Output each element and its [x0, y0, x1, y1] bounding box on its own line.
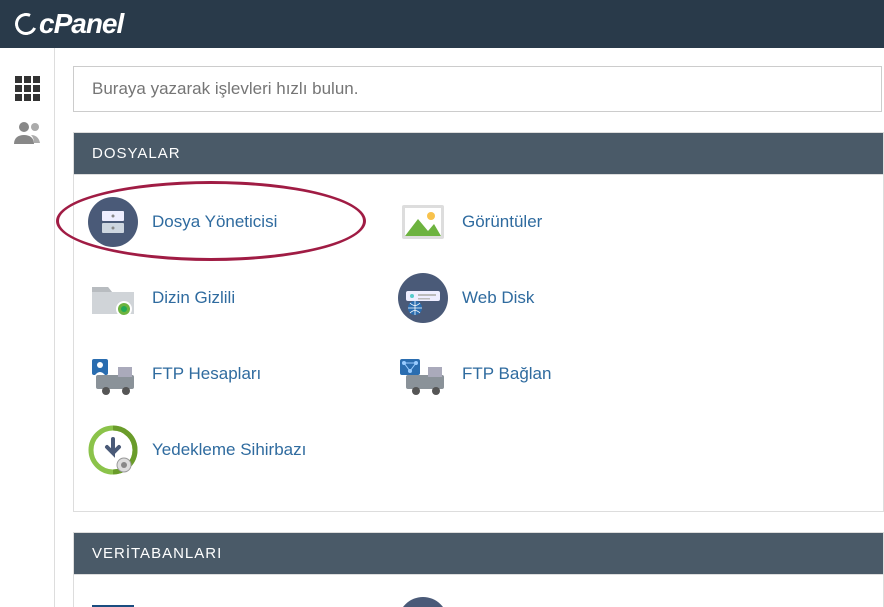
databases-panel: VERİTABANLARI phpMyAdmin MySQL® Veritaba… [73, 532, 884, 607]
grid-icon [15, 76, 40, 101]
phpmyadmin-item[interactable]: phpMyAdmin [88, 597, 398, 607]
sidebar [0, 48, 55, 607]
file-manager-item[interactable]: Dosya Yöneticisi [88, 197, 398, 247]
images-label: Görüntüler [462, 212, 542, 232]
files-panel-title: DOSYALAR [74, 133, 883, 175]
ftp-accounts-icon [88, 349, 138, 399]
cpanel-logo: cPanel [15, 8, 123, 40]
mysql-databases-item[interactable]: MySQL® Veritabanları [398, 597, 708, 607]
search-input[interactable] [73, 66, 882, 112]
mysql-databases-icon [398, 597, 448, 607]
web-disk-item[interactable]: Web Disk [398, 273, 708, 323]
web-disk-icon [398, 273, 448, 323]
images-item[interactable]: Görüntüler [398, 197, 708, 247]
directory-privacy-item[interactable]: Dizin Gizlili [88, 273, 398, 323]
file-manager-icon [88, 197, 138, 247]
web-disk-label: Web Disk [462, 288, 534, 308]
directory-privacy-label: Dizin Gizlili [152, 288, 235, 308]
backup-wizard-icon [88, 425, 138, 475]
databases-panel-title: VERİTABANLARI [74, 533, 883, 575]
directory-privacy-icon [88, 273, 138, 323]
backup-wizard-label: Yedekleme Sihirbazı [152, 440, 306, 460]
ftp-accounts-item[interactable]: FTP Hesapları [88, 349, 398, 399]
sidebar-home-button[interactable] [0, 66, 55, 110]
users-icon [14, 120, 42, 144]
file-manager-label: Dosya Yöneticisi [152, 212, 277, 232]
ftp-accounts-label: FTP Hesapları [152, 364, 261, 384]
ftp-connections-label: FTP Bağlan [462, 364, 551, 384]
phpmyadmin-icon [88, 597, 138, 607]
ftp-connections-icon [398, 349, 448, 399]
ftp-connections-item[interactable]: FTP Bağlan [398, 349, 708, 399]
files-panel: DOSYALAR Dosya Yöneticisi Görüntüler [73, 132, 884, 512]
sidebar-users-button[interactable] [0, 110, 55, 154]
main-content: DOSYALAR Dosya Yöneticisi Görüntüler [55, 48, 884, 607]
app-header: cPanel [0, 0, 884, 48]
backup-wizard-item[interactable]: Yedekleme Sihirbazı [88, 425, 398, 475]
logo-icon [12, 10, 40, 38]
images-icon [398, 197, 448, 247]
logo-text: cPanel [39, 8, 123, 40]
